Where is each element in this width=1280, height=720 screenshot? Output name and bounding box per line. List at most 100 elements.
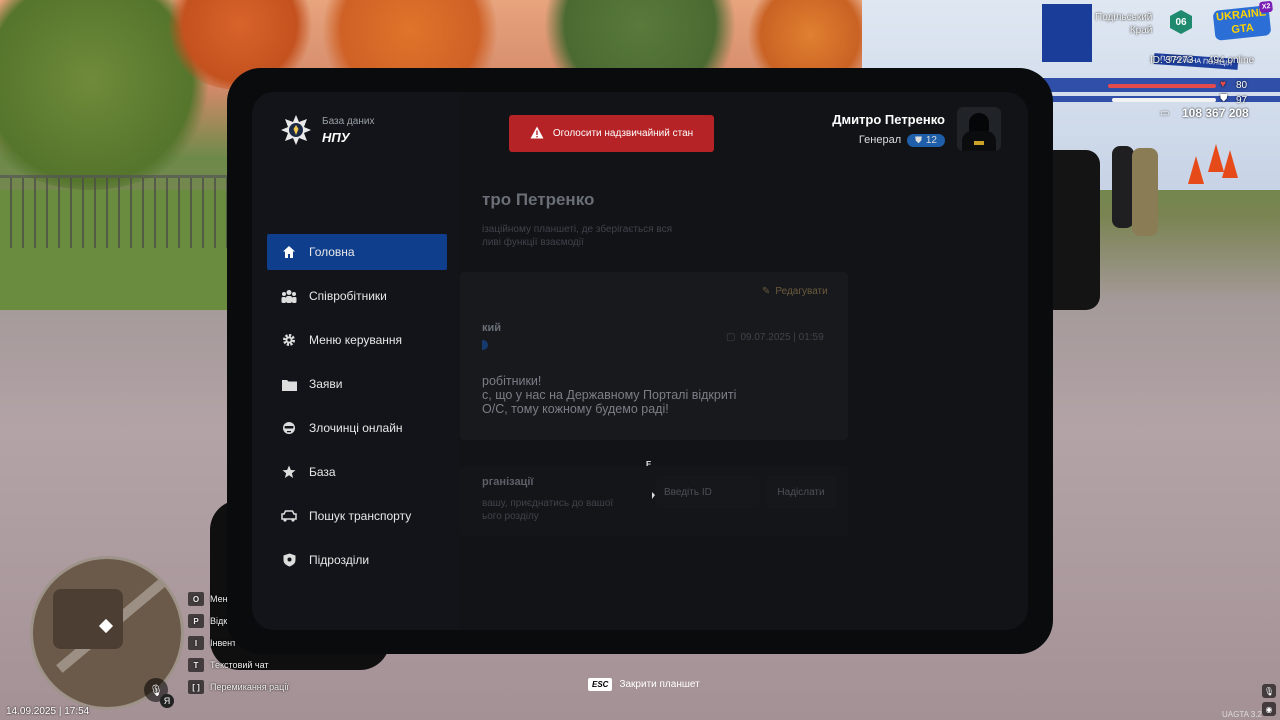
key-cap: T [188,658,204,672]
pencil-icon: ✎ [762,286,771,297]
brand-title: НПУ [322,129,350,145]
fence [0,175,230,248]
post-text-line: О/С, тому кожному будемо раді! [482,402,669,416]
sidebar-item-control-menu[interactable]: Меню керування [267,322,447,358]
declare-emergency-button[interactable]: Оголосити надзвичайний стан [509,115,714,152]
employees-icon [281,288,297,304]
sidebar-item-label: База [309,465,336,479]
home-icon [281,244,297,260]
settings-dot-icon[interactable]: ◉ [1262,702,1276,716]
sidebar-item-criminals-online[interactable]: Злочинці онлайн [267,410,447,446]
declare-emergency-label: Оголосити надзвичайний стан [552,128,694,139]
close-tablet-label: Закрити планшет [619,679,700,690]
police-tablet: База даних НПУ Головна Співробітники Мен… [227,68,1053,654]
sidebar-item-label: Злочинці онлайн [309,421,403,435]
author-label: кий [482,322,502,334]
invite-card: рганізації вашу, приєднатись до вашої ьо… [460,466,848,536]
car-icon [281,508,297,524]
warning-icon [530,126,544,142]
armor-icon: ⛊ [1220,93,1228,104]
sidebar: База даних НПУ Головна Співробітники Мен… [252,92,460,630]
user-name: Дмитро Петренко [832,111,945,127]
sidebar-menu: Головна Співробітники Меню керування Зая… [267,234,447,586]
traffic-cone [1188,156,1204,184]
keybind-label: Відк [210,616,228,626]
voice-language: Я [160,694,174,708]
page-heading: тро Петренко [482,190,595,209]
star-icon [281,464,297,480]
dashboard-main: тро Петренко ізаційному планшеті, де збе… [460,166,1028,630]
user-profile[interactable]: Дмитро Петренко Генерал ⛊ 12 [832,107,1001,151]
police-emblem-banner [1042,4,1092,62]
invite-id-input[interactable]: Введіть ID [656,476,760,508]
intro-text-line: ливі функції взаємодії [482,237,584,248]
traffic-cone [1222,150,1238,178]
invite-id-placeholder: Введіть ID [664,486,712,498]
sidebar-item-applications[interactable]: Заяви [267,366,447,402]
calendar-icon: ▢ [726,332,736,343]
keybind-row: [ ] Перемикання рації [188,676,289,698]
mic-toggle-icon[interactable]: 🎙 [1262,684,1276,698]
game-version: UAGTA 3.2 [1222,710,1262,719]
datetime: 14.09.2025 | 17:54 [6,706,90,717]
key-cap: O [188,592,204,606]
key-cap: P [188,614,204,628]
author-badge [482,340,488,350]
armor-bar [1112,98,1216,102]
health-bar [1108,84,1216,88]
sidebar-item-home[interactable]: Головна [267,234,447,270]
edit-button[interactable]: ✎ Редагувати [762,286,828,297]
sidebar-item-vehicle-search[interactable]: Пошук транспорту [267,498,447,534]
brand-subtitle: База даних [322,115,375,127]
region-label: Подільський Край [1095,12,1153,36]
shield-icon [281,552,297,568]
edit-label: Редагувати [775,286,828,297]
criminal-mask-icon [281,420,297,436]
key-cap: [ ] [188,680,204,694]
online-count: 494 online [1208,55,1255,66]
armor-value: 97 [1236,95,1248,106]
keybind-label: Текстовий чат [210,660,269,670]
invite-title: рганізації [482,476,534,488]
soldier-figure [1132,148,1158,236]
invite-text-line: ього розділу [482,511,539,522]
health-value: 80 [1236,80,1248,91]
post-date: ▢ 09.07.2025 | 01:59 [726,332,824,343]
post-text-line: с, що у нас на Державному Порталі відкри… [482,388,737,402]
news-card: ✎ Редагувати кий ▢ 09.07.2025 | 01:59 ро… [460,272,848,440]
wallet-icon: ▭ [1160,108,1170,119]
folder-icon [281,376,297,392]
sidebar-item-label: Меню керування [309,333,403,347]
close-tablet-hint[interactable]: ESC Закрити планшет [588,678,700,691]
minimap-area [53,589,123,649]
sidebar-item-label: Заяви [309,377,343,391]
send-button[interactable]: Надіслати [766,476,836,508]
money-value: 108 367 208 [1182,106,1249,120]
officer-figure [1112,146,1134,228]
intro-text-line: ізаційному планшеті, де зберігається вся [482,224,672,235]
server-logo: UKRAINE GTA X2 [1212,0,1273,41]
tablet-screen: База даних НПУ Головна Співробітники Мен… [252,92,1028,630]
player-id: ID: 37273 [1150,55,1194,66]
sidebar-item-employees[interactable]: Співробітники [267,278,447,314]
esc-key: ESC [588,678,613,691]
heart-icon: ♥ [1220,79,1226,90]
keybind-label: Перемикання рації [210,682,289,692]
post-date-value: 09.07.2025 | 01:59 [740,332,824,343]
sidebar-item-divisions[interactable]: Підрозділи [267,542,447,578]
key-cap: I [188,636,204,650]
sidebar-item-base[interactable]: База [267,454,447,490]
avatar [957,107,1001,151]
post-text-line: робітники! [482,374,542,388]
level-badge: ⛊ 12 [907,133,945,147]
keybind-row: T Текстовий чат [188,654,289,676]
sidebar-item-label: Головна [309,245,355,259]
user-rank: Генерал [858,134,902,146]
sidebar-item-label: Співробітники [309,289,387,303]
brand: База даних НПУ [280,114,374,146]
mouse-cursor-icon [652,492,655,499]
invite-text-line: вашу, приєднатись до вашої [482,498,614,509]
police-star-icon [280,114,312,146]
send-label: Надіслати [777,486,825,498]
level-value: 12 [925,134,937,146]
